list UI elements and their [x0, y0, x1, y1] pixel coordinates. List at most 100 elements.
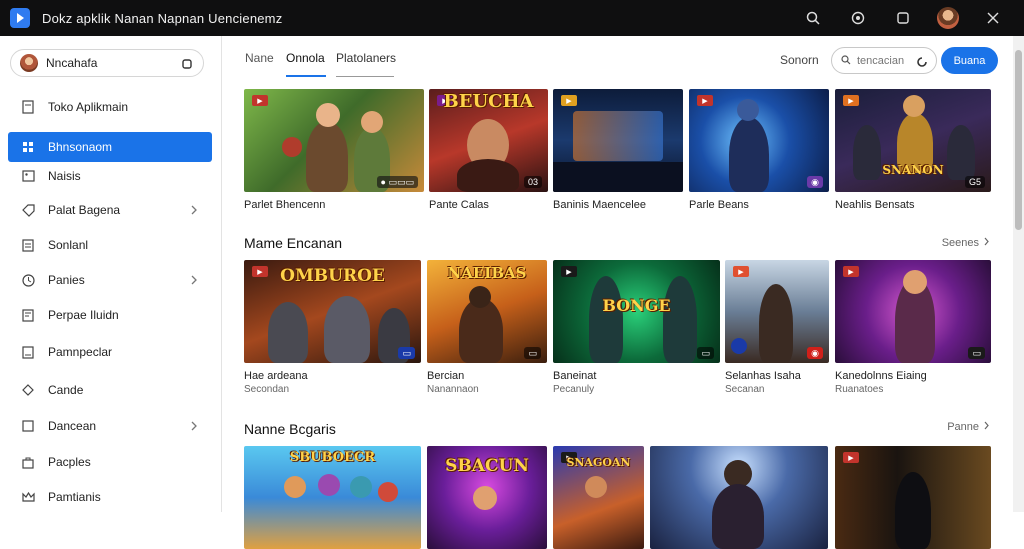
game-logo: SBUBOECR: [289, 450, 376, 465]
sidebar-item-palat-bagena[interactable]: Palat Bagena: [8, 195, 212, 225]
sidebar-item-panies[interactable]: Panies: [8, 265, 212, 295]
game-logo: NAEIBAS: [447, 264, 527, 282]
game-card[interactable]: SBACUN: [427, 446, 547, 549]
game-card[interactable]: ▶: [835, 446, 991, 549]
sidebar-item-label: Cande: [48, 383, 84, 397]
badge-icon: ▶: [561, 266, 577, 277]
doc3-icon: [20, 344, 36, 360]
game-card[interactable]: ▶ BONGE ▭ Baneinat Pecanuly: [553, 260, 720, 395]
see-all-label: Panne: [947, 421, 979, 433]
sidebar: Nncahafa Toko Aplikmain Bhnsonaom Naisis…: [0, 36, 222, 512]
sidebar-item-pamnpeclar[interactable]: Pamnpeclar: [8, 337, 212, 367]
main-content: Nane Onnola Platolaners Sonorn Buana ▶ ●…: [223, 36, 1012, 549]
game-thumbnail: ▶ BEUCHA 03: [429, 89, 548, 192]
see-all-link[interactable]: Seenes: [942, 237, 990, 249]
game-title: Baninis Maencelee: [553, 199, 646, 211]
game-thumbnail: ▶: [835, 446, 991, 549]
doc-icon: [20, 99, 36, 115]
clock-icon: [20, 272, 36, 288]
game-title: Hae ardeana: [244, 370, 308, 382]
game-title: Pante Calas: [429, 199, 489, 211]
list-icon: [20, 237, 36, 253]
avatar[interactable]: [931, 0, 965, 36]
tag-icon: [20, 202, 36, 218]
game-subtitle: Nanannaon: [427, 384, 479, 395]
game-card[interactable]: NAEIBAS ▭ Bercian Nanannaon: [427, 260, 547, 395]
sidebar-item-naisis[interactable]: Naisis: [8, 161, 212, 191]
search-icon[interactable]: [796, 0, 830, 36]
window-title: Dokz apklik Nanan Napnan Uencienemz: [42, 10, 283, 26]
rating-badge: ▭: [398, 347, 415, 359]
sidebar-item-bhnsonaom[interactable]: Bhnsonaom: [8, 132, 212, 162]
game-card[interactable]: [650, 446, 828, 549]
see-all-link[interactable]: Panne: [947, 421, 990, 433]
game-thumbnail: ▶ SNAGOAN: [553, 446, 644, 549]
game-card[interactable]: ▶ SNANON G5 Neahlis Bensats: [835, 89, 991, 211]
sidebar-item-perpae-iluidn[interactable]: Perpae Iluidn: [8, 300, 212, 330]
tab-nane[interactable]: Nane: [245, 51, 274, 77]
scrollbar-thumb[interactable]: [1015, 50, 1022, 230]
sidebar-item-sonlanl[interactable]: Sonlanl: [8, 230, 212, 260]
badge-icon: ▶: [843, 266, 859, 277]
sidebar-item-label: Pacples: [48, 455, 91, 469]
tab-platolaners[interactable]: Platolaners: [336, 51, 396, 77]
scrollbar[interactable]: [1013, 36, 1024, 512]
window-icon[interactable]: [886, 0, 920, 36]
account-status-icon: [181, 57, 193, 75]
crown-icon: [20, 489, 36, 505]
close-icon[interactable]: [976, 0, 1010, 36]
account-selector[interactable]: Nncahafa: [10, 49, 204, 77]
sidebar-item-label: Perpae Iluidn: [48, 308, 119, 322]
search-input[interactable]: [857, 54, 917, 67]
account-name: Nncahafa: [46, 56, 98, 70]
game-logo: SNAGOAN: [566, 456, 631, 469]
chevron-right-icon: [190, 420, 198, 434]
game-thumbnail: NAEIBAS ▭: [427, 260, 547, 363]
tab-onnola[interactable]: Onnola: [286, 51, 326, 77]
sidebar-item-pamtianis[interactable]: Pamtianis: [8, 482, 212, 512]
game-card[interactable]: ▶ OMBUROE ▭ Hae ardeana Secondan: [244, 260, 421, 395]
account-avatar: [20, 54, 38, 72]
game-card[interactable]: SBUBOECR: [244, 446, 421, 549]
game-title: Kanedolnns Eiaing: [835, 370, 927, 382]
game-card[interactable]: ▶ ◉ Parle Beans: [689, 89, 829, 211]
section-title: Nanne Bcgaris: [244, 421, 336, 437]
game-card[interactable]: ▶ SNAGOAN: [553, 446, 644, 549]
game-thumbnail: ▶ OMBUROE ▭: [244, 260, 421, 363]
game-logo: SBACUN: [445, 456, 529, 476]
game-title: Parle Beans: [689, 199, 749, 211]
rating-badge: ● ▭▭▭: [376, 176, 418, 188]
sidebar-item-cande[interactable]: Cande: [8, 375, 212, 405]
game-card[interactable]: ▶ ◉ Selanhas Isaha Secanan: [725, 260, 829, 395]
app-logo-icon: [10, 8, 30, 28]
sidebar-item-dancean[interactable]: Dancean: [8, 411, 212, 441]
badge-icon: ▶: [561, 95, 577, 106]
badge-icon: ▶: [697, 95, 713, 106]
game-logo: OMBUROE: [280, 266, 385, 286]
sort-label[interactable]: Sonorn: [780, 53, 819, 67]
chevron-right-icon: [190, 274, 198, 288]
chevron-right-icon: [190, 204, 198, 218]
sidebar-item-toko-aplikmain[interactable]: Toko Aplikmain: [8, 92, 212, 122]
game-thumbnail: ▶ BONGE ▭: [553, 260, 720, 363]
settings-icon[interactable]: [841, 0, 875, 36]
game-title: Baneinat: [553, 370, 597, 382]
bag-icon: [20, 454, 36, 470]
game-logo: BONGE: [602, 296, 671, 315]
see-all-label: Seenes: [941, 237, 979, 249]
primary-button[interactable]: Buana: [941, 47, 998, 74]
game-card[interactable]: ▶ BEUCHA 03 Pante Calas: [429, 89, 548, 211]
sidebar-item-label: Bhnsonaom: [48, 140, 113, 154]
game-card[interactable]: ▶ ● ▭▭▭ Parlet Bhencenn: [244, 89, 424, 211]
search-icon: [841, 52, 851, 70]
game-card[interactable]: ▶ ▭ Kanedolnns Eiaing Ruanatoes: [835, 260, 991, 395]
sidebar-item-label: Dancean: [48, 419, 97, 433]
game-thumbnail: ▶: [553, 89, 683, 192]
sidebar-item-pacples[interactable]: Pacples: [8, 447, 212, 477]
game-subtitle: Secondan: [244, 384, 290, 395]
search-box[interactable]: [831, 47, 937, 74]
game-card[interactable]: ▶ Baninis Maencelee: [553, 89, 683, 211]
badge-icon: ▶: [843, 95, 859, 106]
game-title: Parlet Bhencenn: [244, 199, 326, 211]
loading-icon: [916, 55, 928, 73]
